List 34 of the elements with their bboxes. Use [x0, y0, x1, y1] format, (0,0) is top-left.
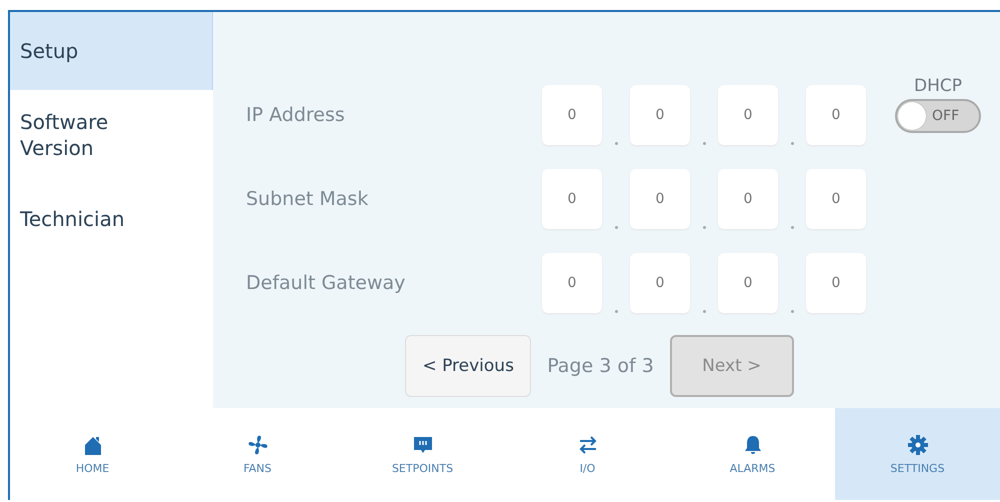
sidebar-item[interactable]: Software Version: [10, 90, 213, 180]
octet-field[interactable]: 0: [630, 169, 690, 229]
octet-field[interactable]: 0: [806, 253, 866, 313]
octet-field[interactable]: 0: [630, 85, 690, 145]
dot-separator: [614, 226, 618, 229]
field-label: Default Gateway: [246, 272, 406, 294]
octet-field[interactable]: 0: [806, 169, 866, 229]
octet-field[interactable]: 0: [542, 253, 602, 313]
previous-button[interactable]: < Previous: [405, 335, 532, 397]
fan-icon: [246, 434, 268, 456]
octet-field[interactable]: 0: [630, 253, 690, 313]
octet-field[interactable]: 0: [806, 85, 866, 145]
dot-separator: [790, 310, 794, 313]
settings-icon: [906, 434, 928, 456]
dot-separator: [614, 142, 618, 145]
dot-separator: [702, 226, 706, 229]
octet-field[interactable]: 0: [718, 169, 778, 229]
octet-field[interactable]: 0: [542, 169, 602, 229]
dot-separator: [702, 310, 706, 313]
dot-separator: [614, 310, 618, 313]
page-indicator: Page 3 of 3: [546, 355, 655, 377]
octet-field[interactable]: 0: [718, 85, 778, 145]
field-label: Subnet Mask: [246, 188, 370, 210]
dhcp-label: DHCP: [914, 76, 962, 96]
sidebar-item[interactable]: Setup: [10, 12, 213, 90]
octet-field[interactable]: 0: [718, 253, 778, 313]
nav-tab[interactable]: SETTINGS: [835, 408, 1000, 500]
octet-field[interactable]: 0: [542, 85, 602, 145]
dot-separator: [790, 142, 794, 145]
dot-separator: [702, 142, 706, 145]
field-label: IP Address: [246, 104, 346, 126]
dot-separator: [790, 226, 794, 229]
sidebar-item[interactable]: Technician: [10, 180, 213, 258]
dhcp-toggle[interactable]: OFF: [895, 99, 981, 133]
